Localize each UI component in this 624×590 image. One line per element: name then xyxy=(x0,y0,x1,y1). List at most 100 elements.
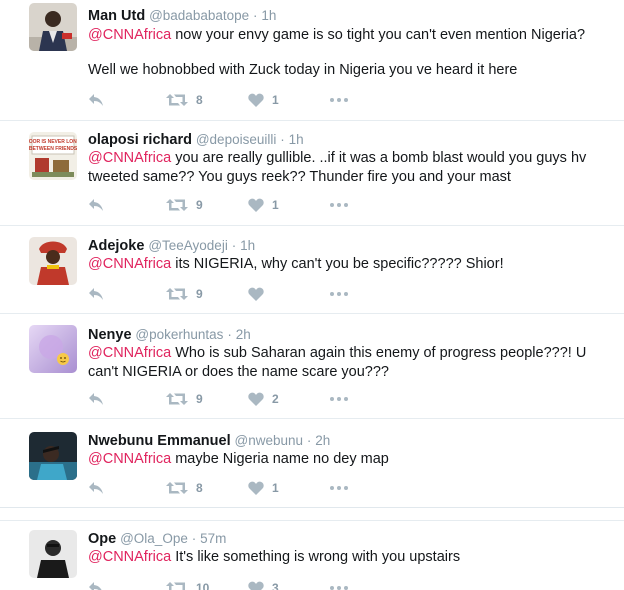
tweet-header: Man Utd @badababatope · 1h xyxy=(88,6,276,25)
mention-link[interactable]: @CNNAfrica xyxy=(88,451,171,467)
more-button[interactable] xyxy=(330,284,348,304)
tweet-header: olaposi richard @depoiseuilli · 1h xyxy=(88,130,304,149)
timestamp[interactable]: 57m xyxy=(200,531,226,546)
tweet-item[interactable]: Nenye @pokerhuntas · 2h @CNNAfrica Who i… xyxy=(0,314,624,419)
more-button[interactable] xyxy=(330,389,348,409)
user-name[interactable]: Nenye xyxy=(88,327,132,343)
like-count: 2 xyxy=(272,392,279,406)
more-icon xyxy=(330,586,348,590)
avatar[interactable] xyxy=(29,237,77,285)
retweet-count: 9 xyxy=(196,198,203,212)
reply-button[interactable] xyxy=(88,284,104,304)
user-name[interactable]: Nwebunu Emmanuel xyxy=(88,433,231,449)
user-name[interactable]: Ope xyxy=(88,531,116,547)
mention-link[interactable]: @CNNAfrica xyxy=(88,27,171,43)
timestamp[interactable]: 2h xyxy=(236,327,251,342)
separator-dot: · xyxy=(306,433,312,448)
tweet-text: @CNNAfrica now your envy game is so tigh… xyxy=(88,26,598,45)
user-handle[interactable]: @nwebunu xyxy=(235,433,304,448)
user-name[interactable]: Adejoke xyxy=(88,238,144,254)
user-handle[interactable]: @badababatope xyxy=(149,8,249,23)
tweet-text: @CNNAfrica its NIGERIA, why can't you be… xyxy=(88,255,598,274)
retweet-button[interactable]: 8 xyxy=(166,478,203,498)
separator-dot: · xyxy=(280,132,285,147)
retweet-button[interactable]: 10 xyxy=(166,578,209,590)
like-button[interactable] xyxy=(248,284,272,304)
timestamp[interactable]: 1h xyxy=(261,8,276,23)
tweet-actions: 10 3 xyxy=(88,578,388,590)
reply-button[interactable] xyxy=(88,195,104,215)
mention-link[interactable]: @CNNAfrica xyxy=(88,345,171,361)
tweet-header: Nwebunu Emmanuel @nwebunu · 2h xyxy=(88,431,330,450)
separator-dot: · xyxy=(253,8,258,23)
svg-text:BETWEEN FRIENDS: BETWEEN FRIENDS xyxy=(29,146,77,152)
separator-dot: · xyxy=(227,327,232,342)
user-handle[interactable]: @Ola_Ope xyxy=(120,531,188,546)
user-handle[interactable]: @pokerhuntas xyxy=(135,327,223,342)
reply-icon xyxy=(89,582,102,590)
tweet-text: @CNNAfrica you are really gullible. ..if… xyxy=(88,149,598,187)
tweet-body: It's like something is wrong with you up… xyxy=(171,549,461,565)
retweet-button[interactable]: 9 xyxy=(166,389,203,409)
tweet-text-second-paragraph: Well we hobnobbed with Zuck today in Nig… xyxy=(88,62,518,78)
reply-button[interactable] xyxy=(88,578,104,590)
avatar[interactable]: POOR IS NEVER LONG BETWEEN FRIENDS xyxy=(29,132,77,180)
heart-icon xyxy=(248,481,264,495)
more-button[interactable] xyxy=(330,90,348,110)
tweet-item[interactable]: Ope @Ola_Ope · 57m @CNNAfrica It's like … xyxy=(0,520,624,590)
avatar[interactable] xyxy=(29,432,77,480)
more-button[interactable] xyxy=(330,578,348,590)
heart-icon xyxy=(248,287,264,301)
heart-icon xyxy=(248,198,264,212)
mention-link[interactable]: @CNNAfrica xyxy=(88,256,171,272)
like-button[interactable]: 1 xyxy=(248,478,279,498)
like-button[interactable]: 1 xyxy=(248,90,279,110)
tweet-body: its NIGERIA, why can't you be specific??… xyxy=(171,256,504,272)
avatar[interactable] xyxy=(29,530,77,578)
more-icon xyxy=(330,486,348,490)
timestamp[interactable]: 1h xyxy=(289,132,304,147)
reply-icon xyxy=(89,482,103,494)
user-handle[interactable]: @depoiseuilli xyxy=(196,132,277,147)
user-handle[interactable]: @TeeAyodeji xyxy=(148,238,228,253)
tweet-actions: 8 1 xyxy=(88,90,388,110)
like-button[interactable]: 2 xyxy=(248,389,279,409)
retweet-button[interactable]: 8 xyxy=(166,90,203,110)
tweet-actions: 9 2 xyxy=(88,389,388,409)
tweet-header: Ope @Ola_Ope · 57m xyxy=(88,529,226,548)
reply-button[interactable] xyxy=(88,389,104,409)
tweet-item[interactable]: Nwebunu Emmanuel @nwebunu · 2h @CNNAfric… xyxy=(0,419,624,508)
heart-icon xyxy=(248,581,264,590)
like-button[interactable]: 3 xyxy=(248,578,279,590)
timestamp[interactable]: 2h xyxy=(315,433,330,448)
tweet-item[interactable]: POOR IS NEVER LONG BETWEEN FRIENDS olapo… xyxy=(0,121,624,226)
retweet-count: 8 xyxy=(196,93,203,107)
avatar[interactable] xyxy=(29,3,77,51)
retweet-icon xyxy=(166,482,188,494)
retweet-count: 9 xyxy=(196,392,203,406)
tweet-item[interactable]: Man Utd @badababatope · 1h @CNNAfrica no… xyxy=(0,0,624,121)
retweet-icon xyxy=(166,199,188,211)
mention-link[interactable]: @CNNAfrica xyxy=(88,549,171,565)
tweet-actions: 8 1 xyxy=(88,478,388,498)
more-icon xyxy=(330,397,348,401)
tweet-item[interactable]: Adejoke @TeeAyodeji · 1h @CNNAfrica its … xyxy=(0,226,624,314)
retweet-count: 10 xyxy=(196,581,210,590)
reply-icon xyxy=(89,94,103,106)
timestamp[interactable]: 1h xyxy=(240,238,255,253)
avatar[interactable] xyxy=(29,325,77,373)
like-count: 1 xyxy=(272,93,279,107)
reply-button[interactable] xyxy=(88,478,104,498)
heart-icon xyxy=(248,392,264,406)
reply-button[interactable] xyxy=(88,90,104,110)
mention-link[interactable]: @CNNAfrica xyxy=(88,150,171,166)
retweet-button[interactable]: 9 xyxy=(166,195,203,215)
more-button[interactable] xyxy=(330,478,348,498)
user-name[interactable]: Man Utd xyxy=(88,8,145,24)
retweet-count: 9 xyxy=(196,287,203,301)
more-button[interactable] xyxy=(330,195,348,215)
user-name[interactable]: olaposi richard xyxy=(88,132,192,148)
like-button[interactable]: 1 xyxy=(248,195,279,215)
retweet-button[interactable]: 9 xyxy=(166,284,203,304)
like-count: 1 xyxy=(272,198,279,212)
